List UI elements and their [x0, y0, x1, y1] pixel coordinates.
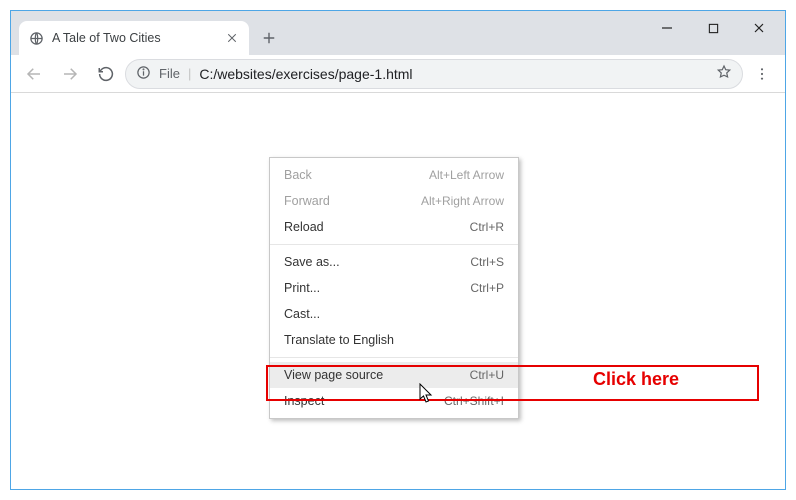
- new-tab-button[interactable]: [255, 24, 283, 52]
- window-close-button[interactable]: [737, 13, 781, 43]
- menu-item-label: Translate to English: [284, 333, 394, 347]
- close-icon[interactable]: [225, 31, 239, 45]
- omnibox-separator: |: [188, 66, 191, 81]
- forward-button[interactable]: [53, 59, 87, 89]
- browser-window: A Tale of Two Cities: [10, 10, 786, 490]
- omnibox[interactable]: File | C:/websites/exercises/page-1.html: [125, 59, 743, 89]
- menu-item-print[interactable]: Print... Ctrl+P: [270, 275, 518, 301]
- overflow-menu-button[interactable]: [745, 59, 779, 89]
- menu-item-label: Reload: [284, 220, 324, 234]
- menu-item-label: Forward: [284, 194, 330, 208]
- menu-item-inspect[interactable]: Inspect Ctrl+Shift+I: [270, 388, 518, 414]
- menu-item-label: Inspect: [284, 394, 324, 408]
- menu-item-shortcut: Ctrl+S: [470, 255, 504, 269]
- menu-separator: [270, 357, 518, 358]
- menu-item-shortcut: Ctrl+U: [470, 368, 504, 382]
- menu-item-view-source[interactable]: View page source Ctrl+U: [270, 362, 518, 388]
- menu-item-back: Back Alt+Left Arrow: [270, 162, 518, 188]
- menu-item-label: Back: [284, 168, 312, 182]
- menu-item-save-as[interactable]: Save as... Ctrl+S: [270, 249, 518, 275]
- menu-item-label: View page source: [284, 368, 383, 382]
- menu-item-translate[interactable]: Translate to English: [270, 327, 518, 353]
- menu-separator: [270, 244, 518, 245]
- bookmark-star-icon[interactable]: [716, 64, 732, 83]
- titlebar: A Tale of Two Cities: [11, 11, 785, 55]
- menu-item-forward: Forward Alt+Right Arrow: [270, 188, 518, 214]
- menu-item-shortcut: Alt+Right Arrow: [421, 194, 504, 208]
- window-controls: [645, 13, 781, 43]
- menu-item-cast[interactable]: Cast...: [270, 301, 518, 327]
- omnibox-url: C:/websites/exercises/page-1.html: [199, 66, 708, 82]
- annotation-label: Click here: [593, 369, 679, 390]
- menu-item-shortcut: Ctrl+P: [470, 281, 504, 295]
- page-content: Back Alt+Left Arrow Forward Alt+Right Ar…: [11, 93, 785, 489]
- globe-icon: [29, 31, 44, 46]
- minimize-button[interactable]: [645, 13, 689, 43]
- tab-title: A Tale of Two Cities: [52, 31, 217, 45]
- info-icon[interactable]: [136, 65, 151, 83]
- menu-item-shortcut: Ctrl+Shift+I: [444, 394, 504, 408]
- toolbar: File | C:/websites/exercises/page-1.html: [11, 55, 785, 93]
- reload-button[interactable]: [89, 59, 123, 89]
- menu-item-reload[interactable]: Reload Ctrl+R: [270, 214, 518, 240]
- menu-item-label: Save as...: [284, 255, 340, 269]
- menu-item-shortcut: Ctrl+R: [470, 220, 504, 234]
- browser-tab[interactable]: A Tale of Two Cities: [19, 21, 249, 55]
- maximize-button[interactable]: [691, 13, 735, 43]
- menu-item-shortcut: Alt+Left Arrow: [429, 168, 504, 182]
- context-menu: Back Alt+Left Arrow Forward Alt+Right Ar…: [269, 157, 519, 419]
- menu-item-label: Print...: [284, 281, 320, 295]
- omnibox-scheme-label: File: [159, 66, 180, 81]
- menu-item-label: Cast...: [284, 307, 320, 321]
- back-button[interactable]: [17, 59, 51, 89]
